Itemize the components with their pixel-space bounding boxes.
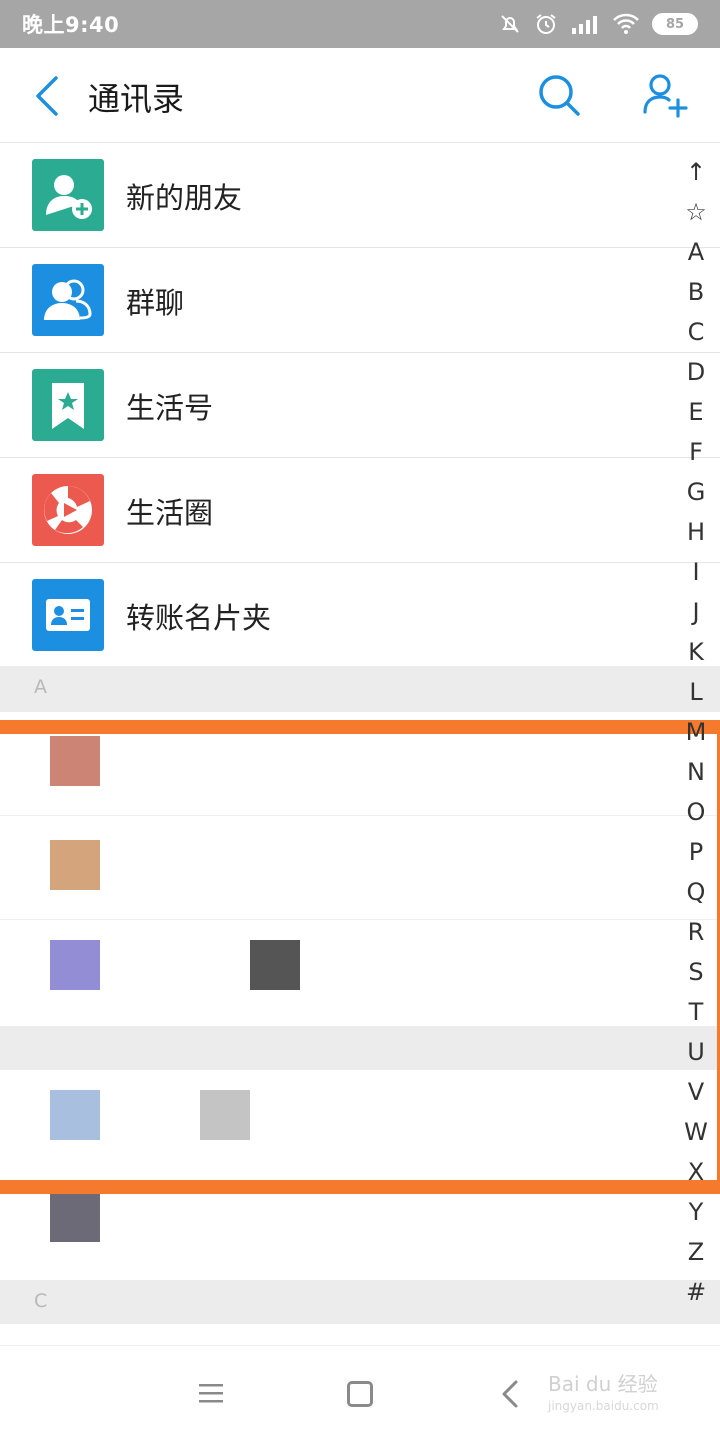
index-letter[interactable]: M (672, 712, 720, 752)
index-letter[interactable]: V (672, 1072, 720, 1112)
system-nav-bar: Bai du 经验 jingyan.baidu.com (0, 1345, 720, 1440)
bell-off-icon (501, 15, 519, 33)
index-letter[interactable]: ↑ (672, 152, 720, 192)
index-letter[interactable]: K (672, 632, 720, 672)
index-letter[interactable]: U (672, 1032, 720, 1072)
contact-row[interactable] (0, 920, 720, 1020)
index-letter[interactable]: A (672, 232, 720, 272)
row-life-circle[interactable]: 生活圈 (0, 458, 720, 563)
row-life-account[interactable]: 生活号 (0, 353, 720, 458)
status-time: 晚上9:40 (22, 13, 120, 37)
home-icon[interactable] (347, 1381, 373, 1407)
life-circle-icon (32, 474, 104, 546)
index-letter[interactable]: W (672, 1112, 720, 1152)
index-letter[interactable]: Q (672, 872, 720, 912)
row-label: 生活圈 (126, 496, 214, 530)
section-header-c: C (0, 1280, 720, 1324)
index-letter[interactable]: H (672, 512, 720, 552)
index-letter[interactable]: J (672, 592, 720, 632)
watermark-url: jingyan.baidu.com (548, 1399, 659, 1413)
wifi-icon (613, 13, 639, 34)
new-friend-icon (32, 159, 104, 231)
back-arrow-icon[interactable] (28, 74, 68, 118)
index-letter[interactable]: S (672, 952, 720, 992)
section-letter: A (34, 676, 47, 698)
index-letter[interactable]: ☆ (672, 192, 720, 232)
alarm-icon (536, 14, 556, 34)
contact-avatar (50, 1192, 100, 1242)
index-letter[interactable]: E (672, 392, 720, 432)
watermark: Bai du 经验 jingyan.baidu.com (548, 1368, 708, 1413)
section-header-a: A (0, 666, 720, 712)
alphabet-index[interactable]: ↑ ☆ A B C D E F G H I J K L M N O P Q R S T U V W X Y Z # (672, 152, 720, 1312)
index-letter[interactable]: Z (672, 1232, 720, 1272)
index-letter[interactable]: # (672, 1272, 720, 1312)
index-letter[interactable]: G (672, 472, 720, 512)
contact-name-redacted (250, 940, 300, 990)
index-letter[interactable]: T (672, 992, 720, 1032)
index-letter[interactable]: D (672, 352, 720, 392)
app-header: 通讯录 (0, 48, 720, 143)
life-account-icon (32, 369, 104, 441)
index-letter[interactable]: L (672, 672, 720, 712)
contact-avatar (50, 736, 100, 786)
row-label: 生活号 (126, 391, 214, 425)
back-icon[interactable] (498, 1378, 522, 1410)
row-new-friends[interactable]: 新的朋友 (0, 143, 720, 248)
status-bar: 晚上9:40 85 (0, 0, 720, 48)
contact-name-redacted (200, 1090, 250, 1140)
watermark-text: Bai du 经验 (548, 1372, 658, 1396)
contact-row[interactable] (0, 1070, 720, 1170)
index-letter[interactable]: X (672, 1152, 720, 1192)
contact-row[interactable] (0, 1176, 720, 1276)
battery-icon: 85 (652, 13, 698, 35)
contacts-screen: 晚上9:40 85 通讯录 新的朋友 群聊 生活号 生活圈 转账名片夹 A C … (0, 0, 720, 1440)
row-label: 转账名片夹 (126, 601, 272, 635)
contact-row[interactable] (0, 820, 720, 920)
add-user-icon[interactable] (640, 70, 690, 120)
row-business-cards[interactable]: 转账名片夹 (0, 563, 720, 668)
section-letter: C (34, 1290, 48, 1312)
contact-avatar (50, 1090, 100, 1140)
contact-avatar (50, 840, 100, 890)
index-letter[interactable]: F (672, 432, 720, 472)
signal-icon (572, 16, 597, 34)
menu-icon[interactable] (197, 1382, 225, 1404)
index-letter[interactable]: B (672, 272, 720, 312)
row-group-chat[interactable]: 群聊 (0, 248, 720, 353)
index-letter[interactable]: I (672, 552, 720, 592)
contact-avatar (50, 940, 100, 990)
business-card-icon (32, 579, 104, 651)
search-icon[interactable] (536, 72, 582, 118)
index-letter[interactable]: O (672, 792, 720, 832)
index-letter[interactable]: Y (672, 1192, 720, 1232)
index-letter[interactable]: R (672, 912, 720, 952)
contact-row[interactable] (0, 716, 720, 816)
status-icons: 85 (498, 12, 698, 36)
index-letter[interactable]: C (672, 312, 720, 352)
group-chat-icon (32, 264, 104, 336)
row-label: 新的朋友 (126, 181, 243, 215)
index-letter[interactable]: N (672, 752, 720, 792)
row-label: 群聊 (126, 286, 185, 320)
index-letter[interactable]: P (672, 832, 720, 872)
section-header (0, 1026, 720, 1070)
page-title: 通讯录 (88, 80, 185, 118)
